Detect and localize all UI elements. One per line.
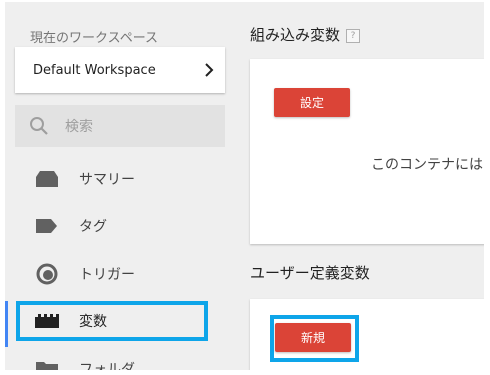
nav-item-label: トリガー [79, 267, 135, 283]
nav-item-triggers[interactable]: トリガー [15, 254, 225, 294]
empty-state-message: このコンテナには [371, 157, 483, 173]
chevron-right-icon [203, 63, 215, 77]
builtin-variables-title: 組み込み変数? [250, 24, 361, 45]
new-variable-button[interactable]: 新規 [275, 323, 351, 352]
variables-icon [35, 309, 59, 333]
trigger-icon [35, 262, 59, 286]
workspace-caption: 現在のワークスペース [30, 31, 159, 46]
help-icon[interactable]: ? [346, 28, 361, 43]
user-defined-variables-card: 新規 [250, 299, 484, 370]
search-field[interactable]: 検索 [15, 105, 225, 147]
active-indicator [5, 301, 8, 347]
folder-icon [35, 357, 59, 370]
workspace-selector[interactable]: Default Workspace [15, 47, 225, 93]
nav-item-label: 変数 [79, 314, 107, 330]
gtm-window: 現在のワークスペース Default Workspace 検索 サマリー タグ … [5, 2, 484, 370]
nav-item-label: フォルダ [79, 362, 135, 370]
search-icon [29, 116, 49, 136]
builtin-variables-card: 設定 このコンテナには [250, 59, 484, 244]
nav-item-label: タグ [79, 219, 107, 235]
summary-icon [35, 167, 59, 191]
nav-item-variables[interactable]: 変数 [15, 301, 225, 341]
user-defined-variables-title: ユーザー定義変数 [250, 264, 370, 282]
nav-item-folders[interactable]: フォルダ [15, 349, 225, 370]
workspace-name: Default Workspace [33, 62, 156, 78]
nav-item-label: サマリー [79, 172, 135, 188]
builtin-variables-title-text: 組み込み変数 [250, 26, 341, 44]
nav-item-summary[interactable]: サマリー [15, 159, 225, 199]
nav-item-tags[interactable]: タグ [15, 206, 225, 246]
search-placeholder: 検索 [65, 119, 93, 135]
configure-button[interactable]: 設定 [274, 88, 350, 117]
tag-icon [35, 214, 59, 238]
